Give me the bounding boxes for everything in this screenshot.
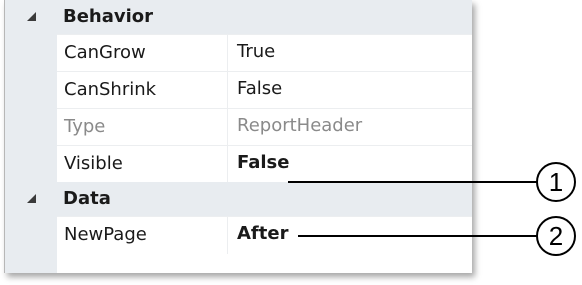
category-data[interactable]: Data: [5, 182, 472, 216]
category-behavior[interactable]: Behavior: [5, 0, 472, 34]
property-row-cangrow[interactable]: CanGrow True: [57, 34, 472, 72]
collapse-triangle-icon[interactable]: [27, 12, 36, 21]
property-row-canshrink[interactable]: CanShrink False: [57, 71, 472, 109]
property-row-type[interactable]: Type ReportHeader: [57, 108, 472, 146]
property-grid: Behavior CanGrow True CanShrink False Ty…: [4, 0, 472, 273]
property-name: Type: [64, 116, 106, 137]
property-name: Visible: [64, 153, 123, 174]
property-value: ReportHeader: [237, 115, 363, 136]
category-label: Data: [63, 188, 111, 209]
collapse-triangle-icon[interactable]: [27, 194, 36, 203]
column-divider[interactable]: [227, 72, 228, 109]
callout-marker-1: 1: [536, 162, 576, 202]
callout-number: 2: [548, 220, 564, 251]
callout-line: [288, 181, 538, 183]
property-value[interactable]: After: [237, 222, 288, 246]
callout-marker-2: 2: [536, 216, 576, 256]
property-value[interactable]: True: [237, 40, 275, 64]
column-divider[interactable]: [227, 109, 228, 146]
property-name: NewPage: [64, 224, 147, 245]
column-divider[interactable]: [227, 217, 228, 254]
column-divider[interactable]: [227, 146, 228, 183]
property-value[interactable]: False: [237, 151, 289, 175]
category-label: Behavior: [63, 6, 154, 27]
property-row-visible[interactable]: Visible False: [57, 145, 472, 183]
column-divider[interactable]: [227, 35, 228, 72]
property-name: CanGrow: [64, 42, 146, 63]
property-value[interactable]: False: [237, 77, 282, 101]
grid-gutter: [5, 34, 57, 182]
property-name: CanShrink: [64, 79, 157, 100]
callout-number: 1: [548, 166, 564, 197]
callout-line: [298, 235, 538, 237]
grid-gutter: [5, 216, 57, 273]
